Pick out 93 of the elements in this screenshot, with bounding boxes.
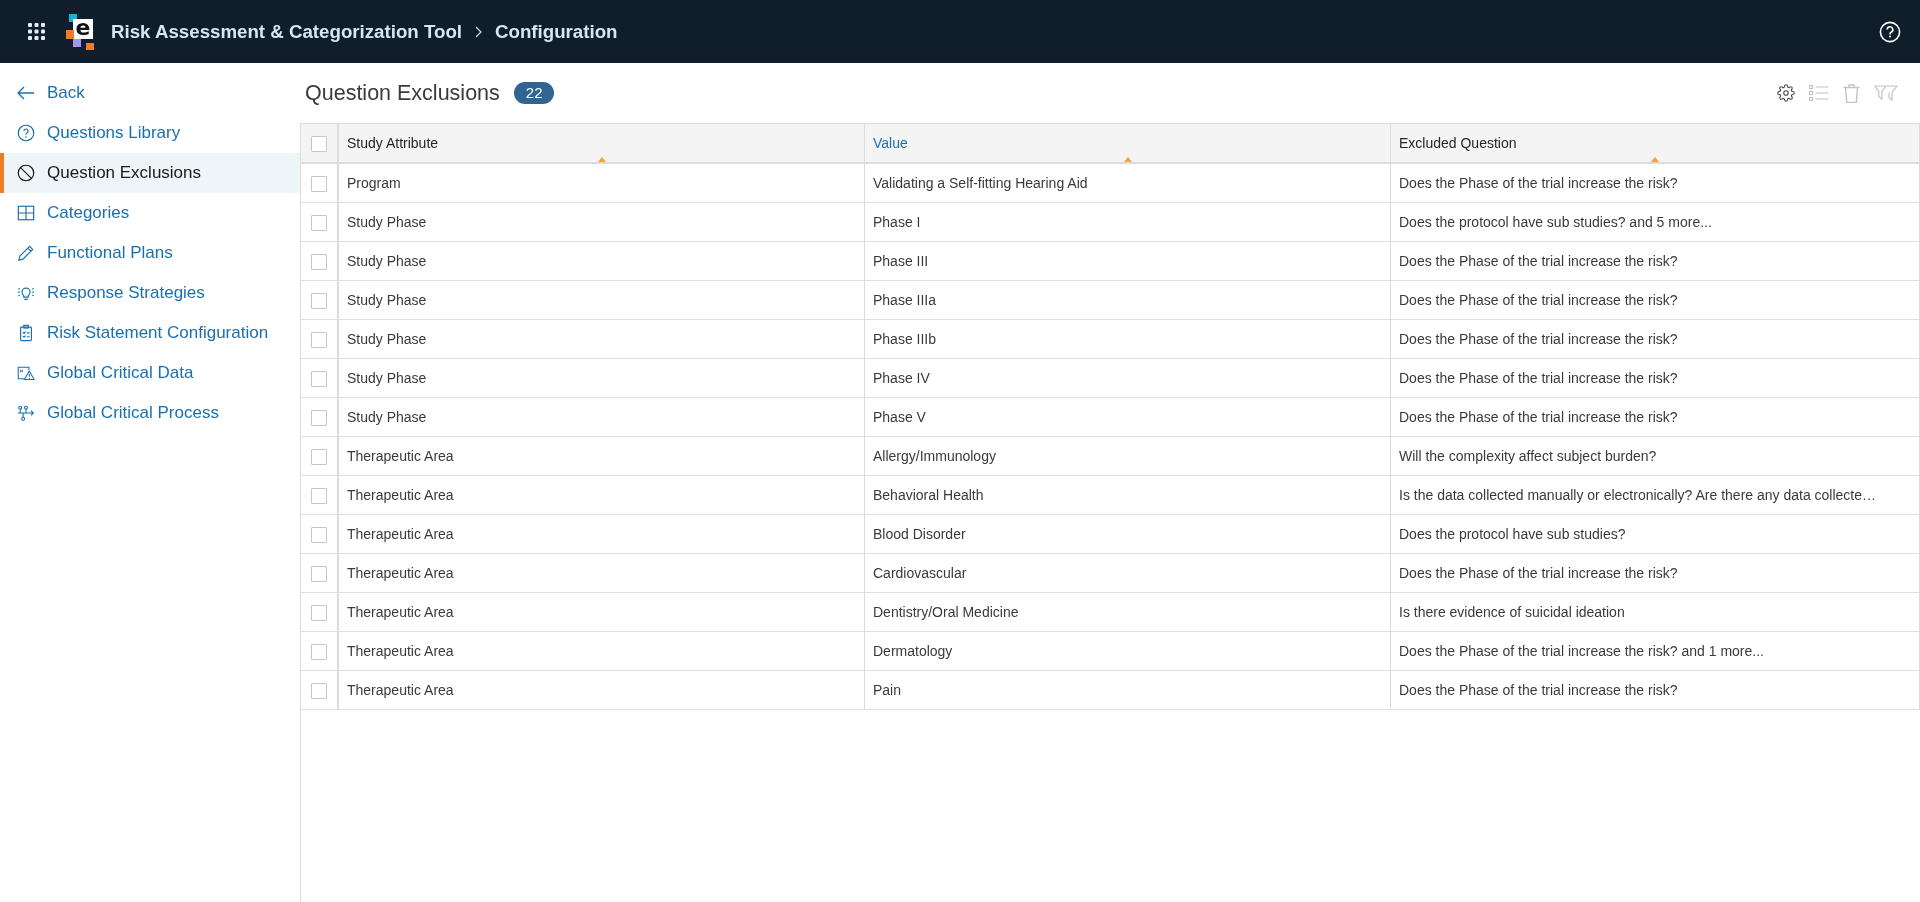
clipboard-icon	[17, 324, 35, 342]
sidebar-item[interactable]: Global Critical Process	[0, 393, 300, 433]
table-cell: Therapeutic Area	[339, 632, 865, 671]
warning-card-icon	[17, 364, 35, 382]
table-cell: Does the Phase of the trial increase the risk?	[1391, 671, 1920, 710]
table-cell: Does the Phase of the trial increase the risk? and 1 more...	[1391, 632, 1920, 671]
table-cell: Does the protocol have sub studies? and 5 more...	[1391, 203, 1920, 242]
table-cell: Phase IIIa	[865, 281, 1391, 320]
table-cell: Pain	[865, 671, 1391, 710]
flow-icon	[17, 404, 35, 422]
row-checkbox[interactable]	[311, 370, 327, 387]
table-cell: Does the Phase of the trial increase the risk?	[1391, 242, 1920, 281]
help-button[interactable]	[1879, 20, 1901, 43]
trash-icon	[1843, 83, 1860, 103]
gear-icon	[1777, 84, 1795, 102]
filter-icon	[1874, 85, 1898, 101]
row-checkbox[interactable]	[311, 331, 327, 348]
sidebar-item[interactable]: Response Strategies	[0, 273, 300, 313]
table-cell: Does the protocol have sub studies?	[1391, 515, 1920, 554]
page-title: Configuration	[495, 20, 618, 43]
grid-icon	[17, 204, 35, 222]
pencil-icon	[17, 244, 35, 262]
sidebar-item[interactable]: Global Critical Data	[0, 353, 300, 393]
table-cell: Validating a Self-fitting Hearing Aid	[865, 164, 1391, 203]
table-cell: Therapeutic Area	[339, 476, 865, 515]
list-icon	[1809, 84, 1829, 102]
table-cell: Phase III	[865, 242, 1391, 281]
table-cell: Study Phase	[339, 203, 865, 242]
apps-grid-icon	[28, 23, 45, 40]
app-menu-button[interactable]	[28, 23, 45, 40]
table-cell: Therapeutic Area	[339, 671, 865, 710]
table-cell: Therapeutic Area	[339, 437, 865, 476]
lightbulb-icon	[17, 284, 35, 302]
row-checkbox[interactable]	[311, 409, 327, 426]
sidebar-item[interactable]: Question Exclusions	[0, 153, 300, 193]
table-cell: Does the Phase of the trial increase the risk?	[1391, 164, 1920, 203]
sidebar-item[interactable]: Functional Plans	[0, 233, 300, 273]
row-checkbox[interactable]	[311, 253, 327, 270]
table-cell: Cardiovascular	[865, 554, 1391, 593]
table-cell: Study Phase	[339, 242, 865, 281]
row-checkbox[interactable]	[311, 487, 327, 504]
table-cell: Is the data collected manually or electronically? Are there any data collecte…	[1391, 476, 1920, 515]
column-header[interactable]: Excluded Question	[1391, 123, 1920, 164]
column-header[interactable]: Study Attribute	[339, 123, 865, 164]
column-header[interactable]: Value	[865, 123, 1391, 164]
help-icon	[1879, 20, 1901, 43]
ban-icon	[17, 164, 35, 182]
table-cell: Study Phase	[339, 359, 865, 398]
table-cell: Does the Phase of the trial increase the risk?	[1391, 281, 1920, 320]
row-checkbox[interactable]	[311, 526, 327, 543]
table-cell: Does the Phase of the trial increase the risk?	[1391, 359, 1920, 398]
table-cell: Does the Phase of the trial increase the risk?	[1391, 320, 1920, 359]
sidebar-item[interactable]: Categories	[0, 193, 300, 233]
row-checkbox[interactable]	[311, 682, 327, 699]
table-cell: Behavioral Health	[865, 476, 1391, 515]
row-checkbox[interactable]	[311, 448, 327, 465]
table-cell: Will the complexity affect subject burden?	[1391, 437, 1920, 476]
settings-button[interactable]	[1777, 84, 1795, 102]
table-cell: Program	[339, 164, 865, 203]
arrow-left-icon	[17, 86, 35, 100]
row-checkbox[interactable]	[311, 604, 327, 621]
count-badge: 22	[513, 82, 555, 104]
row-checkbox[interactable]	[311, 214, 327, 231]
table-cell: Does the Phase of the trial increase the risk?	[1391, 398, 1920, 437]
row-checkbox[interactable]	[311, 565, 327, 582]
table-cell: Dentistry/Oral Medicine	[865, 593, 1391, 632]
sidebar-item[interactable]: Risk Statement Configuration	[0, 313, 300, 353]
chevron-right-icon	[475, 25, 482, 38]
app-title: Risk Assessment & Categorization Tool	[111, 20, 462, 43]
question-circle-icon	[17, 124, 35, 142]
row-checkbox[interactable]	[311, 175, 327, 192]
table-cell: Dermatology	[865, 632, 1391, 671]
table-cell: Therapeutic Area	[339, 554, 865, 593]
table-cell: Study Phase	[339, 320, 865, 359]
table-cell: Study Phase	[339, 281, 865, 320]
table-cell: Therapeutic Area	[339, 593, 865, 632]
app-logo: e	[66, 13, 94, 50]
table-cell: Phase V	[865, 398, 1391, 437]
back-link[interactable]: Back	[0, 73, 300, 113]
sidebar-item[interactable]: Questions Library	[0, 113, 300, 153]
page-heading: Question Exclusions	[305, 80, 500, 106]
table-cell: Does the Phase of the trial increase the risk?	[1391, 554, 1920, 593]
select-all-checkbox[interactable]	[311, 135, 327, 152]
table-cell: Is there evidence of suicidal ideation	[1391, 593, 1920, 632]
table-cell: Study Phase	[339, 398, 865, 437]
table-cell: Therapeutic Area	[339, 515, 865, 554]
table-cell: Phase IIIb	[865, 320, 1391, 359]
table-cell: Phase I	[865, 203, 1391, 242]
row-checkbox[interactable]	[311, 643, 327, 660]
table-cell: Blood Disorder	[865, 515, 1391, 554]
table-cell: Phase IV	[865, 359, 1391, 398]
table-cell: Allergy/Immunology	[865, 437, 1391, 476]
row-checkbox[interactable]	[311, 292, 327, 309]
